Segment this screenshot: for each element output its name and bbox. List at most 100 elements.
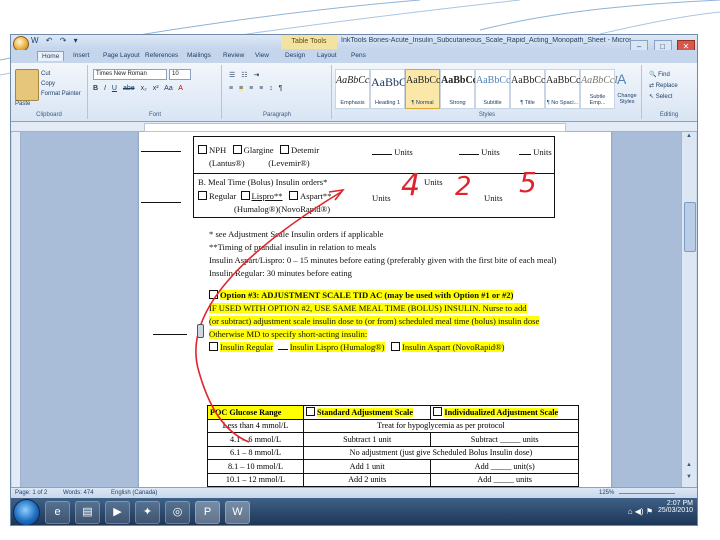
individualized-scale-cell[interactable]: Add _____ unit(s) [430, 459, 579, 474]
folder-icon[interactable]: ▤ [75, 501, 100, 524]
style-title[interactable]: AaBbCcI ¶ Title [510, 69, 549, 109]
styles-label: Styles [478, 112, 496, 118]
list-buttons: ☰ ☷ ⇥ [229, 71, 263, 79]
style-subtitle[interactable]: AaBbCcI Subtitle [475, 69, 514, 109]
italic-button[interactable]: I [104, 85, 106, 92]
change-styles-button[interactable]: Change Styles [615, 93, 639, 105]
zoom-slider[interactable] [619, 493, 675, 494]
network-icon[interactable]: ⌂ [628, 507, 633, 516]
checkbox[interactable] [198, 145, 207, 154]
replace-button[interactable]: ⇄ Replace [649, 82, 678, 89]
document-area: NPH Glargine Detemir (Lantus®) (Levemir®… [21, 132, 681, 487]
style-heading-1[interactable]: AaBbC Heading 1 [370, 69, 407, 109]
tab-page-layout[interactable]: Page Layout [99, 51, 144, 60]
vertical-scrollbar[interactable]: ▲ ▲ ▼ [681, 132, 696, 487]
individualized-scale-cell[interactable]: Subtract _____ units [430, 432, 579, 447]
checkbox[interactable] [240, 191, 250, 200]
scroll-thumb[interactable] [684, 202, 696, 252]
table-row: Less than 4 mmol/L Treat for hypoglycemia… [207, 418, 580, 433]
style-subtle-emphasis[interactable]: AaBbCcI Subtle Emp... [580, 69, 618, 109]
tab-insert[interactable]: Insert [69, 51, 93, 60]
indent-icon[interactable]: ⇥ [253, 72, 259, 79]
paste-button[interactable] [15, 69, 39, 101]
align-center-icon[interactable]: ≡ [239, 85, 244, 92]
bolus-row: Regular Lispro** Aspart** [198, 191, 332, 201]
volume-icon[interactable]: ◀) [635, 507, 644, 516]
app-icon[interactable]: ◎ [165, 501, 190, 524]
clock[interactable]: 2:07 PM 25/03/2010 [658, 500, 693, 514]
table-tools-context: Table Tools [281, 35, 337, 49]
change-case-button[interactable]: Aa [164, 85, 173, 92]
tab-design[interactable]: Design [281, 51, 309, 60]
change-styles-icon[interactable]: A [617, 71, 626, 87]
scroll-up-icon[interactable]: ▲ [683, 133, 695, 143]
internet-explorer-icon[interactable]: e [45, 501, 70, 524]
show-marks-icon[interactable]: ¶ [279, 85, 283, 92]
cut-button[interactable]: Cut [41, 71, 50, 77]
strikethrough-button[interactable]: abe [123, 85, 135, 92]
powerpoint-icon[interactable]: P [195, 501, 220, 524]
word-icon[interactable]: W [225, 501, 250, 524]
undo-icon[interactable]: ↶ [46, 36, 53, 45]
paragraph-label: Paragraph [262, 112, 292, 118]
redo-icon[interactable]: ↷ [60, 36, 67, 45]
tab-review[interactable]: Review [219, 51, 248, 60]
font-name-select[interactable]: Times New Roman [93, 69, 167, 80]
checkbox[interactable] [198, 191, 207, 200]
start-button[interactable] [13, 499, 40, 525]
language-status[interactable]: English (Canada) [111, 490, 157, 496]
page-count[interactable]: Page: 1 of 2 [15, 490, 47, 496]
copy-button[interactable]: Copy [41, 81, 55, 87]
flag-icon[interactable]: ⚑ [646, 507, 653, 516]
table-row: 8.1 – 10 mmol/L Add 1 unit Add _____ unit(… [207, 459, 579, 474]
checkbox[interactable] [280, 145, 290, 154]
tab-layout[interactable]: Layout [313, 51, 341, 60]
style-strong[interactable]: AaBbCcI Strong [440, 69, 481, 109]
handwritten-two: 2 [455, 172, 472, 202]
clock-date: 25/03/2010 [657, 507, 693, 514]
tab-view[interactable]: View [251, 51, 273, 60]
paragraph-group: ☰ ☷ ⇥ ≡ ≡ ≡ ≡ ↕ ¶ Paragraph [223, 65, 332, 119]
checkbox[interactable] [390, 342, 400, 351]
subscript-button[interactable]: x₂ [141, 85, 147, 92]
checkbox[interactable] [209, 342, 218, 351]
style-no-spacing[interactable]: AaBbCcI ¶ No Spaci... [545, 69, 584, 109]
word-count[interactable]: Words: 474 [63, 490, 94, 496]
zoom-level[interactable]: 125% [599, 490, 614, 496]
horizontal-ruler[interactable] [11, 122, 697, 132]
numbering-icon[interactable]: ☷ [241, 72, 247, 79]
previous-page-icon[interactable]: ▲ [683, 462, 695, 472]
superscript-button[interactable]: x² [153, 85, 159, 92]
font-group: Times New Roman 10 B I U abe x₂ x² Aa A … [89, 65, 222, 119]
tab-pens[interactable]: Pens [347, 51, 370, 60]
style-normal[interactable]: AaBbCcI ¶ Normal [405, 69, 444, 109]
style-emphasis[interactable]: AaBbCcI Emphasis [335, 69, 373, 109]
next-page-icon[interactable]: ▼ [683, 474, 695, 484]
vertical-ruler[interactable] [12, 132, 21, 487]
find-button[interactable]: 🔍 Find [649, 71, 670, 78]
tab-references[interactable]: References [141, 51, 182, 60]
checkbox[interactable] [289, 191, 298, 200]
line-spacing-icon[interactable]: ↕ [269, 85, 273, 92]
align-left-icon[interactable]: ≡ [229, 85, 233, 92]
underline-button[interactable]: U [112, 85, 117, 92]
checkbox[interactable] [209, 290, 218, 299]
justify-icon[interactable]: ≡ [259, 85, 263, 92]
tab-mailings[interactable]: Mailings [183, 51, 215, 60]
bold-button[interactable]: B [93, 85, 98, 92]
font-color-button[interactable]: A [178, 85, 183, 92]
customize-qat-icon[interactable]: ▾ [74, 36, 78, 45]
media-player-icon[interactable]: ▶ [105, 501, 130, 524]
program-icon[interactable]: ✦ [135, 501, 160, 524]
save-icon[interactable]: W [31, 36, 39, 45]
glucose-range-cell: 6.1 – 8 mmol/L [207, 445, 304, 460]
units-label: Units [372, 193, 391, 203]
align-right-icon[interactable]: ≡ [249, 85, 253, 92]
tab-home[interactable]: Home [37, 51, 65, 61]
select-button[interactable]: ↖ Select [649, 93, 672, 100]
format-painter-button[interactable]: Format Painter [41, 91, 81, 97]
individualized-scale-cell[interactable]: Add _____ units [430, 472, 579, 487]
checkbox[interactable] [232, 145, 242, 154]
bullets-icon[interactable]: ☰ [229, 72, 235, 79]
font-size-select[interactable]: 10 [169, 69, 191, 80]
